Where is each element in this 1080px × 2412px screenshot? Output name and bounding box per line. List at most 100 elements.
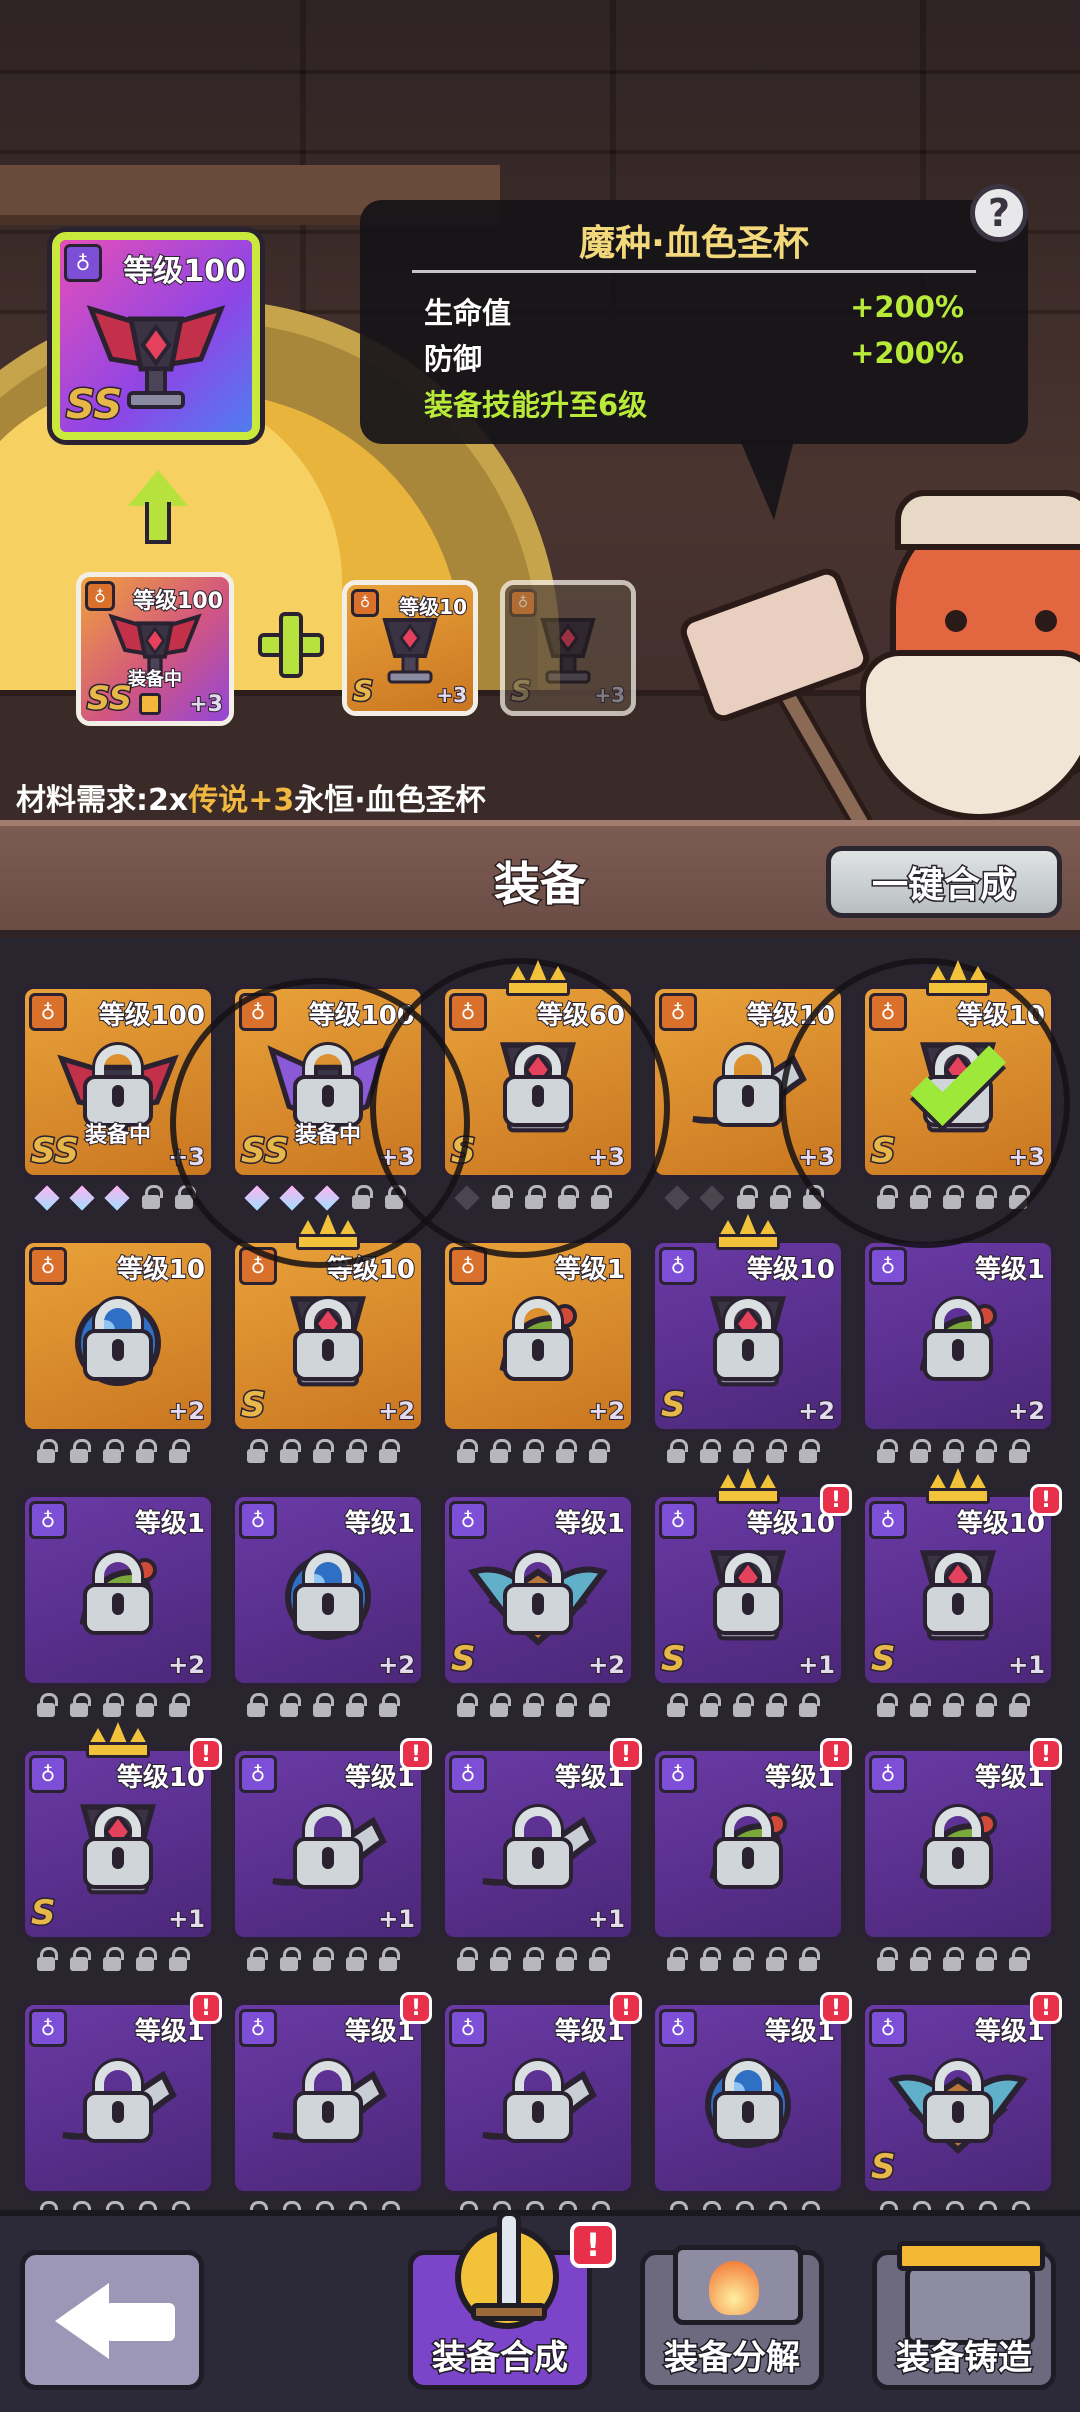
lock-icon	[293, 1806, 363, 1889]
socket-row	[454, 1438, 634, 1466]
equipment-cell[interactable]: ♁ 等级1 +1!	[440, 1738, 642, 1976]
stat-row-hp: 生命值 +200%	[424, 290, 964, 332]
lock-icon	[83, 2060, 153, 2143]
equipment-cell[interactable]: ♁ 等级10 S +1!	[860, 1468, 1062, 1722]
lock-icon	[293, 1298, 363, 1381]
dwarf-eye	[1035, 610, 1057, 632]
locked-socket-icon	[697, 1947, 721, 1973]
socket-row	[874, 1946, 1054, 1974]
equipment-cell[interactable]: ♁ 等级1!	[230, 1992, 432, 2218]
item-plus: +2	[797, 1396, 836, 1426]
amulet-type-icon: ♁	[869, 1247, 907, 1285]
socket-row	[664, 1946, 844, 1974]
equipment-cell[interactable]: ♁ 等级10 S +1!	[650, 1468, 852, 1722]
equipment-card[interactable]: ♁ 等级1	[440, 2000, 636, 2196]
equipment-card[interactable]: ♁ 等级1 +1	[440, 1746, 636, 1942]
equipment-card[interactable]: ♁ 等级10 S +1	[20, 1746, 216, 1942]
locked-socket-icon	[664, 1439, 688, 1465]
locked-socket-icon	[973, 1693, 997, 1719]
lock-icon	[293, 1552, 363, 1635]
equipment-card[interactable]: ♁ 等级1	[650, 1746, 846, 1942]
equipment-cell[interactable]: ♁ 等级1 +1!	[230, 1738, 432, 1976]
equipment-header: 装备 一键合成	[0, 820, 1080, 938]
lock-icon	[713, 1044, 783, 1127]
equipment-grid: ♁ 等级100 装备中 SS +3 ♁ 等级100 装备中 SS +3 ♁ 等级60 S +3 ♁ 等级10 +…	[0, 938, 1080, 2218]
alert-badge: !	[610, 1738, 642, 1770]
material-slot-main[interactable]: ♁ 等级100 装备中 SS +3	[76, 572, 234, 726]
equipment-cell[interactable]: ♁ 等级1 +2	[440, 1238, 636, 1468]
amulet-type-icon: ♁	[659, 993, 697, 1031]
equipment-card[interactable]: ♁ 等级10 S +1	[650, 1492, 846, 1688]
tab-equipment-forge[interactable]: 装备铸造	[872, 2241, 1056, 2390]
equipment-cell[interactable]: ♁ 等级10 +2	[20, 1238, 216, 1468]
equipment-cell[interactable]: ♁ 等级10 S +1!	[20, 1722, 222, 1976]
item-info-panel: 魔种·血色圣杯 生命值 +200% 防御 +200% 装备技能升至6级	[360, 200, 1028, 444]
equipment-card[interactable]: ♁ 等级1 +2	[230, 1492, 426, 1688]
tab-equipment-decompose[interactable]: 装备分解	[640, 2245, 824, 2390]
equipment-card[interactable]: ♁ 等级10 S +1	[860, 1492, 1056, 1688]
equipment-cell[interactable]: ♁ 等级10 S +2	[650, 1214, 846, 1468]
locked-socket-icon	[697, 1439, 721, 1465]
socket-row	[34, 1946, 214, 1974]
amulet-type-icon: ♁	[869, 2009, 907, 2047]
equipment-card[interactable]: ♁ 等级1	[20, 2000, 216, 2196]
equipment-card[interactable]: ♁ 等级1 +1	[230, 1746, 426, 1942]
equipment-card[interactable]: ♁ 等级1	[860, 1746, 1056, 1942]
locked-socket-icon	[343, 1693, 367, 1719]
tab-equipment-synthesis[interactable]: 装备合成	[408, 2211, 592, 2390]
material-slot-1[interactable]: ♁ 等级10 S +3	[342, 580, 478, 716]
material-slot-2[interactable]: ♁ S +3	[500, 580, 636, 716]
locked-socket-icon	[586, 1439, 610, 1465]
equipment-card[interactable]: ♁ 等级1 S +2	[440, 1492, 636, 1688]
help-button[interactable]: ?	[970, 184, 1028, 242]
equipment-cell[interactable]: ♁ 等级1 S +2	[440, 1492, 636, 1722]
locked-socket-icon	[730, 1693, 754, 1719]
locked-socket-icon	[763, 1947, 787, 1973]
locked-socket-icon	[139, 1185, 163, 1211]
equipment-card[interactable]: ♁ 等级10 +2	[20, 1238, 216, 1434]
equipment-cell[interactable]: ♁ 等级1 S!	[860, 1992, 1062, 2218]
equipment-card[interactable]: ♁ 等级1	[230, 2000, 426, 2196]
item-level: 等级1	[974, 1254, 1046, 1286]
synthesis-result-card[interactable]: ♁ 等级100 SS	[52, 232, 260, 440]
item-plus: +2	[167, 1650, 206, 1680]
item-plus: +1	[377, 1904, 416, 1934]
amulet-type-icon: ♁	[869, 1755, 907, 1793]
locked-socket-icon	[100, 1947, 124, 1973]
hammer-head	[676, 564, 874, 726]
back-arrow-icon	[105, 2303, 175, 2341]
locked-socket-icon	[244, 1947, 268, 1973]
locked-socket-icon	[763, 1693, 787, 1719]
stat-label: 生命值	[424, 296, 512, 330]
equipment-card[interactable]: ♁ 等级1	[650, 2000, 846, 2196]
equipment-card[interactable]: ♁ 等级1 +2	[860, 1238, 1056, 1434]
locked-socket-icon	[343, 1439, 367, 1465]
equipment-cell[interactable]: ♁ 等级1!	[650, 1738, 852, 1976]
equipment-cell[interactable]: ♁ 等级1!	[860, 1738, 1062, 1976]
amulet-type-icon: ♁	[239, 1755, 277, 1793]
locked-socket-icon	[796, 1693, 820, 1719]
material-plus: +3	[435, 682, 468, 708]
equipment-cell[interactable]: ♁ 等级1!	[650, 1992, 852, 2218]
equipment-card[interactable]: ♁ 等级1 +2	[20, 1492, 216, 1688]
alert-badge: !	[190, 1738, 222, 1770]
back-arrow-icon	[55, 2283, 109, 2359]
tab-label: 装备分解	[663, 2337, 802, 2380]
item-plus: +1	[1007, 1650, 1046, 1680]
back-button[interactable]	[20, 2250, 204, 2390]
equipment-card[interactable]: ♁ 等级10 S +2	[650, 1238, 846, 1434]
equipment-cell[interactable]: ♁ 等级10 S +2	[230, 1214, 426, 1468]
locked-socket-icon	[166, 1947, 190, 1973]
equipment-cell[interactable]: ♁ 等级1!	[440, 1992, 642, 2218]
equipment-cell[interactable]: ♁ 等级1 +2	[20, 1492, 216, 1722]
equipment-card[interactable]: ♁ 等级1 S	[860, 2000, 1056, 2196]
amulet-type-icon: ♁	[64, 244, 102, 282]
equipment-cell[interactable]: ♁ 等级1!	[20, 1992, 222, 2218]
equipment-cell[interactable]: ♁ 等级1 +2	[860, 1238, 1056, 1468]
locked-socket-icon	[487, 1947, 511, 1973]
equipment-card[interactable]: ♁ 等级1 +2	[440, 1238, 636, 1434]
equipment-cell[interactable]: ♁ 等级1 +2	[230, 1492, 426, 1722]
one-click-synthesis-button[interactable]: 一键合成	[826, 846, 1062, 918]
amulet-type-icon: ♁	[659, 1755, 697, 1793]
dwarf-eye	[945, 610, 967, 632]
